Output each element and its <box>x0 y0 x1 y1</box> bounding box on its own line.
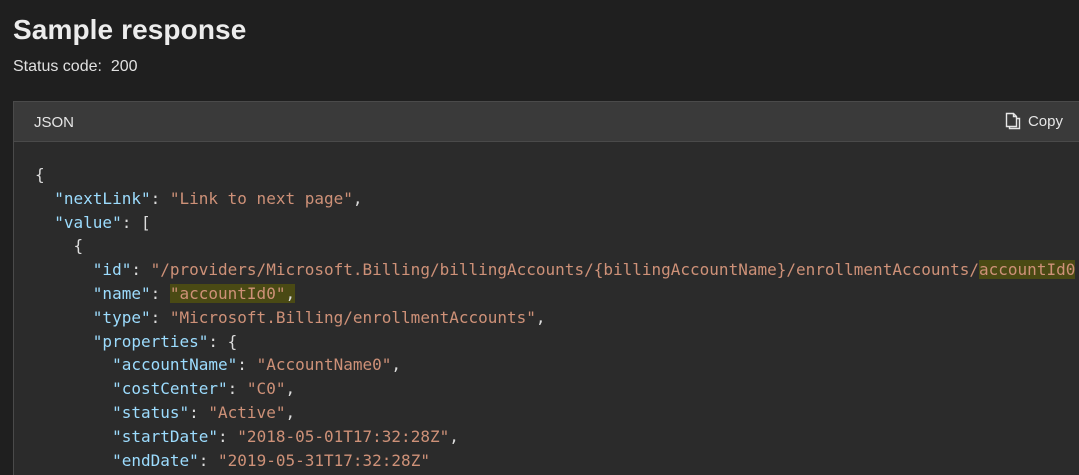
json-key: "properties" <box>92 331 209 351</box>
json-key: "status" <box>112 402 190 422</box>
status-code-label: Status code: <box>13 58 102 75</box>
status-code-line: Status code: 200 <box>13 58 138 76</box>
json-key: "costCenter" <box>112 379 228 399</box>
copy-button[interactable]: Copy <box>1005 112 1063 130</box>
json-key: "nextLink" <box>54 188 151 208</box>
json-code: { "nextLink": "Link to next page", "valu… <box>35 165 1076 470</box>
json-string: "Microsoft.Billing/enrollmentAccounts" <box>169 307 536 327</box>
json-string: "Active" <box>208 402 286 422</box>
json-key: "type" <box>92 307 151 327</box>
copy-icon <box>1005 112 1021 130</box>
json-string: "2019-05-31T17:32:28Z" <box>218 450 430 470</box>
copy-label: Copy <box>1027 112 1063 130</box>
code-block: JSON Copy { "nextLink": "Link to next pa… <box>13 101 1079 475</box>
highlighted-text: accountId0 <box>979 260 1076 280</box>
json-string: "2018-05-01T17:32:28Z" <box>237 426 450 446</box>
json-key: "value" <box>54 212 122 232</box>
json-string: "/providers/Microsoft.Billing/billingAcc… <box>150 260 980 280</box>
json-key: "id" <box>92 260 132 280</box>
highlighted-text: "accountId0" <box>169 283 286 303</box>
json-key: "accountName" <box>112 355 238 375</box>
json-string: "Link to next page" <box>169 188 353 208</box>
code-language-label: JSON <box>34 114 75 131</box>
code-block-header: JSON Copy <box>14 102 1079 142</box>
json-key: "name" <box>92 283 151 303</box>
json-key: "startDate" <box>112 426 219 446</box>
json-string: "AccountName0" <box>256 355 392 375</box>
json-string: "C0" <box>246 379 286 399</box>
json-key: "endDate" <box>112 450 199 470</box>
page-title: Sample response <box>13 14 247 45</box>
status-code-value: 200 <box>110 58 138 75</box>
